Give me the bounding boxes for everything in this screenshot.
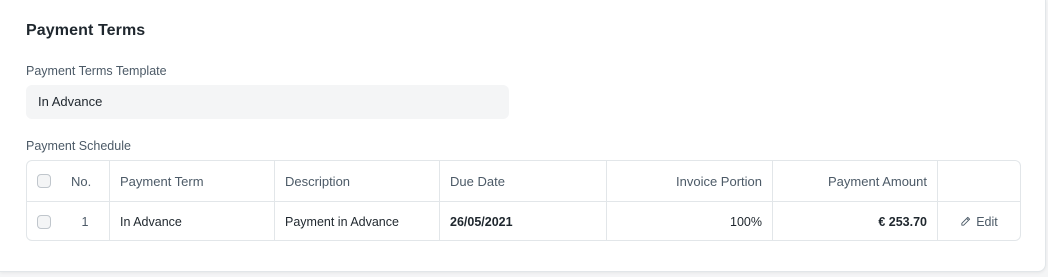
- column-header-payment-amount: Payment Amount: [773, 161, 938, 201]
- pencil-icon: [961, 216, 971, 226]
- column-header-payment-term: Payment Term: [110, 161, 275, 201]
- payment-terms-template-label: Payment Terms Template: [26, 64, 167, 78]
- row-select-checkbox[interactable]: [37, 214, 51, 229]
- column-header-no: No.: [61, 161, 110, 201]
- row-select-cell: [27, 202, 61, 240]
- payment-terms-card: Payment Terms Payment Terms Template In …: [0, 0, 1046, 272]
- row-payment-amount[interactable]: € 253.70: [773, 202, 938, 240]
- select-all-cell: [27, 161, 61, 201]
- select-all-checkbox[interactable]: [37, 174, 51, 188]
- table-row[interactable]: 1 In Advance Payment in Advance 26/05/20…: [27, 201, 1020, 240]
- column-header-actions: [938, 161, 1020, 201]
- edit-label: Edit: [976, 214, 998, 229]
- row-payment-term[interactable]: In Advance: [110, 202, 275, 240]
- row-invoice-portion[interactable]: 100%: [607, 202, 773, 240]
- column-header-due-date: Due Date: [440, 161, 607, 201]
- row-due-date[interactable]: 26/05/2021: [440, 202, 607, 240]
- row-actions-cell: Edit: [938, 202, 1020, 240]
- column-header-invoice-portion: Invoice Portion: [607, 161, 773, 201]
- table-header-row: No. Payment Term Description Due Date In…: [27, 161, 1020, 201]
- row-description[interactable]: Payment in Advance: [275, 202, 440, 240]
- row-number: 1: [61, 202, 110, 240]
- payment-schedule-table: No. Payment Term Description Due Date In…: [26, 160, 1021, 241]
- payment-terms-template-field[interactable]: In Advance: [26, 85, 509, 119]
- column-header-description: Description: [275, 161, 440, 201]
- payment-schedule-label: Payment Schedule: [26, 139, 131, 153]
- section-title: Payment Terms: [26, 22, 146, 39]
- edit-row-button[interactable]: Edit: [960, 215, 998, 229]
